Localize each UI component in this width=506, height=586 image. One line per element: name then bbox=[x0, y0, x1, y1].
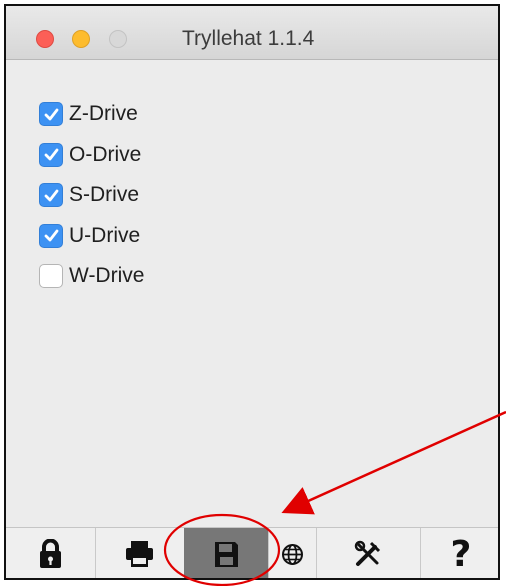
drive-item-w[interactable]: W-Drive bbox=[39, 256, 144, 297]
zoom-window-button bbox=[109, 30, 127, 48]
checkmark-icon bbox=[44, 229, 58, 242]
lock-icon bbox=[40, 538, 61, 568]
save-icon bbox=[214, 541, 238, 567]
drive-label: Z-Drive bbox=[69, 102, 138, 126]
window-title: Tryllehat 1.1.4 bbox=[182, 27, 315, 50]
printer-icon bbox=[126, 541, 153, 567]
globe-icon bbox=[281, 543, 303, 565]
help-button[interactable]: ? bbox=[420, 528, 498, 578]
save-button[interactable] bbox=[184, 528, 268, 578]
title-bar[interactable]: Tryllehat 1.1.4 bbox=[6, 6, 498, 60]
minimize-window-button[interactable] bbox=[72, 30, 90, 48]
checkmark-icon bbox=[44, 189, 58, 202]
drive-label: U-Drive bbox=[69, 223, 141, 247]
checkbox-checked[interactable] bbox=[39, 102, 63, 127]
drive-item-o[interactable]: O-Drive bbox=[39, 135, 144, 176]
tools-button[interactable] bbox=[316, 528, 420, 578]
checkmark-icon bbox=[44, 108, 58, 121]
drive-list: Z-Drive O-Drive S-Drive U-Drive W-Drive bbox=[39, 94, 144, 297]
app-window: Tryllehat 1.1.4 Z-Drive O-Drive S-Drive … bbox=[4, 4, 500, 580]
bottom-toolbar: ? bbox=[6, 527, 498, 578]
checkbox-checked[interactable] bbox=[39, 142, 63, 167]
network-button[interactable] bbox=[268, 528, 316, 578]
lock-button[interactable] bbox=[6, 528, 95, 578]
drive-label: O-Drive bbox=[69, 142, 142, 166]
drive-label: W-Drive bbox=[69, 264, 145, 288]
checkbox-checked[interactable] bbox=[39, 183, 63, 208]
checkmark-icon bbox=[44, 148, 58, 161]
drive-item-z[interactable]: Z-Drive bbox=[39, 94, 144, 135]
checkbox-unchecked[interactable] bbox=[39, 264, 63, 289]
checkbox-checked[interactable] bbox=[39, 223, 63, 248]
tools-icon bbox=[354, 540, 381, 566]
drive-item-s[interactable]: S-Drive bbox=[39, 175, 144, 216]
drive-item-u[interactable]: U-Drive bbox=[39, 216, 144, 257]
help-icon: ? bbox=[450, 533, 472, 575]
close-window-button[interactable] bbox=[36, 30, 54, 48]
print-button[interactable] bbox=[95, 528, 184, 578]
drive-label: S-Drive bbox=[69, 183, 140, 207]
